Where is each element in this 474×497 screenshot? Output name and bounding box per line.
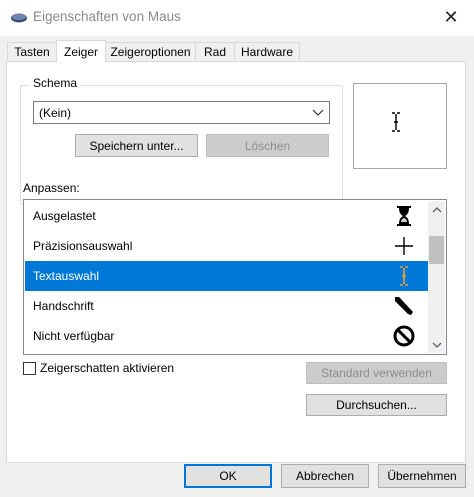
tab-zeigeroptionen[interactable]: Zeigeroptionen [105, 42, 196, 61]
use-default-button[interactable]: Standard verwenden [306, 362, 447, 384]
list-item[interactable]: Präzisionsauswahl [25, 231, 428, 261]
cursor-preview [353, 83, 447, 169]
close-icon: ✕ [443, 6, 459, 27]
cursor-list[interactable]: Ausgelastet Präzisionsauswahl Textauswah… [23, 199, 447, 355]
browse-button[interactable]: Durchsuchen... [306, 394, 447, 416]
list-scrollbar[interactable] [428, 201, 445, 353]
delete-button[interactable]: Löschen [206, 134, 329, 157]
scroll-up-button[interactable] [428, 201, 445, 218]
save-as-button[interactable]: Speichern unter... [75, 134, 198, 157]
cancel-button[interactable]: Abbrechen [281, 464, 369, 488]
schema-select-value: (Kein) [39, 106, 72, 120]
ibeam-icon [392, 112, 400, 132]
chevron-down-icon [312, 109, 324, 116]
crosshair-icon [395, 237, 413, 255]
schema-select[interactable]: (Kein) [33, 101, 330, 124]
tab-zeiger[interactable]: Zeiger [56, 40, 106, 62]
close-button[interactable]: ✕ [428, 0, 474, 34]
window-title: Eigenschaften von Maus [33, 9, 181, 24]
dialog-client: Tasten Zeiger Zeigeroptionen Rad Hardwar… [0, 36, 474, 497]
pen-icon [395, 297, 413, 315]
tab-hardware[interactable]: Hardware [234, 42, 300, 61]
list-item[interactable]: Textauswahl [25, 261, 428, 291]
customize-label: Anpassen: [23, 181, 80, 195]
pointer-shadow-label[interactable]: Zeigerschatten aktivieren [40, 361, 174, 375]
apply-button[interactable]: Übernehmen [378, 464, 466, 488]
title-bar: Eigenschaften von Maus ✕ [0, 0, 474, 36]
pointer-shadow-checkbox[interactable] [23, 362, 36, 375]
ok-button[interactable]: OK [184, 464, 272, 488]
schema-label: Schema [29, 76, 82, 90]
scroll-down-button[interactable] [428, 336, 445, 353]
chevron-down-icon [432, 342, 441, 348]
tab-tasten[interactable]: Tasten [7, 42, 57, 61]
list-item[interactable]: Ausgelastet [25, 201, 428, 231]
hourglass-icon [397, 206, 411, 226]
unavailable-icon [393, 325, 415, 347]
chevron-up-icon [432, 206, 441, 212]
scroll-thumb[interactable] [429, 236, 444, 264]
ibeam-icon [400, 266, 408, 286]
list-item[interactable]: Nicht verfügbar [25, 321, 428, 351]
list-item[interactable]: Handschrift [25, 291, 428, 321]
tab-rad[interactable]: Rad [195, 42, 235, 61]
mouse-icon [11, 13, 27, 23]
